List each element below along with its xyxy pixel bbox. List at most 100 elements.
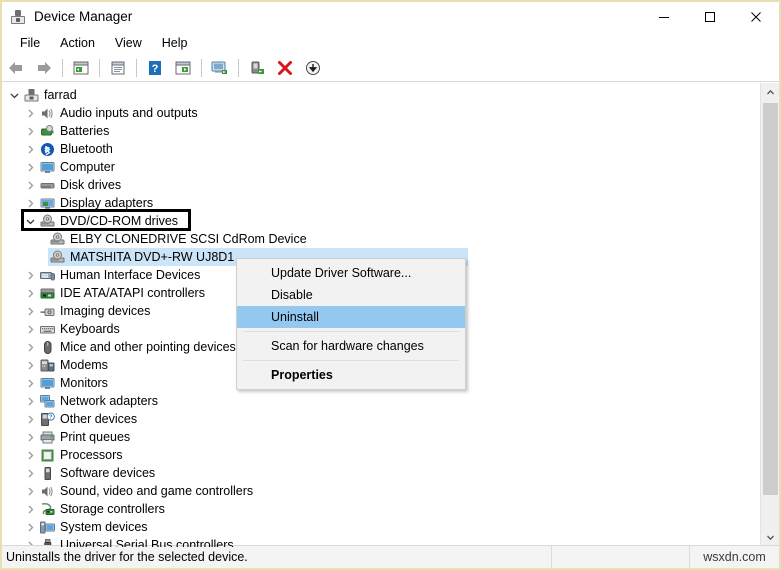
update-driver-button[interactable] bbox=[207, 56, 233, 80]
tree-row-label: MATSHITA DVD+-RW UJ8D1 bbox=[70, 249, 235, 264]
status-bar: Uninstalls the driver for the selected d… bbox=[2, 545, 779, 568]
scan-hardware-changes-button[interactable] bbox=[170, 56, 196, 80]
camera-icon bbox=[38, 302, 56, 320]
tree-row-label: Bluetooth bbox=[60, 141, 113, 156]
minimize-button[interactable] bbox=[641, 2, 687, 32]
chevron-right-icon[interactable] bbox=[22, 500, 38, 518]
forward-button[interactable] bbox=[31, 56, 57, 80]
chevron-right-icon[interactable] bbox=[22, 410, 38, 428]
optical-drive-icon bbox=[48, 230, 66, 248]
toolbar-separator bbox=[99, 58, 100, 77]
menu-help[interactable]: Help bbox=[152, 35, 198, 52]
chevron-right-icon[interactable] bbox=[22, 302, 38, 320]
help-button[interactable]: ? bbox=[142, 56, 168, 80]
tree-row-label: ELBY CLONEDRIVE SCSI CdRom Device bbox=[70, 231, 307, 246]
chevron-right-icon[interactable] bbox=[22, 140, 38, 158]
scroll-thumb[interactable] bbox=[763, 103, 778, 495]
menu-action[interactable]: Action bbox=[50, 35, 105, 52]
scan-for-hardware-changes-icon bbox=[175, 61, 191, 74]
toolbar-separator bbox=[201, 58, 202, 77]
uninstall-device-button[interactable] bbox=[272, 56, 298, 80]
tree-row-storage-controllers[interactable]: Storage controllers bbox=[2, 500, 760, 518]
watermark: wsxdn.com bbox=[703, 550, 766, 564]
chevron-right-icon[interactable] bbox=[22, 122, 38, 140]
tree-row-elby-clonedrive[interactable]: ELBY CLONEDRIVE SCSI CdRom Device bbox=[2, 230, 760, 248]
tree-row-label: Disk drives bbox=[60, 177, 122, 192]
forward-icon bbox=[38, 61, 51, 74]
maximize-button[interactable] bbox=[687, 2, 733, 32]
system-device-icon bbox=[38, 518, 56, 536]
chevron-right-icon[interactable] bbox=[22, 338, 38, 356]
title-bar: Device Manager bbox=[2, 2, 779, 32]
tree-row-disk-drives[interactable]: Disk drives bbox=[2, 176, 760, 194]
chevron-right-icon[interactable] bbox=[22, 374, 38, 392]
device-manager-window: Device Manager File Action View Help ? f… bbox=[0, 0, 781, 570]
disable-device-button[interactable] bbox=[244, 56, 270, 80]
hid-icon bbox=[38, 266, 56, 284]
tree-row-software-devices[interactable]: Software devices bbox=[2, 464, 760, 482]
printer-icon bbox=[38, 428, 56, 446]
tree-row-batteries[interactable]: Batteries bbox=[2, 122, 760, 140]
tree-row-system-devices[interactable]: System devices bbox=[2, 518, 760, 536]
tree-row-bluetooth[interactable]: Bluetooth bbox=[2, 140, 760, 158]
tree-row-display-adapters[interactable]: Display adapters bbox=[2, 194, 760, 212]
chevron-right-icon[interactable] bbox=[22, 392, 38, 410]
context-menu-item-scan-for-hardware-changes[interactable]: Scan for hardware changes bbox=[237, 335, 465, 357]
chevron-down-icon[interactable] bbox=[22, 212, 38, 230]
tree-row-network-adapters[interactable]: Network adapters bbox=[2, 392, 760, 410]
console-tree-button[interactable] bbox=[68, 56, 94, 80]
chevron-right-icon[interactable] bbox=[22, 518, 38, 536]
tree-row-other-devices[interactable]: ? Other devices bbox=[2, 410, 760, 428]
chevron-down-icon[interactable] bbox=[6, 86, 22, 104]
tree-row-label: Audio inputs and outputs bbox=[60, 105, 198, 120]
tree-row-processors[interactable]: Processors bbox=[2, 446, 760, 464]
tree-row-label: Universal Serial Bus controllers bbox=[60, 537, 234, 547]
chevron-right-icon[interactable] bbox=[22, 356, 38, 374]
tree-row-label: Modems bbox=[60, 357, 108, 372]
tree-row-root[interactable]: farrad bbox=[2, 86, 760, 104]
tree-row-dvd-cd-rom-drives[interactable]: DVD/CD-ROM drives bbox=[2, 212, 760, 230]
back-button[interactable] bbox=[3, 56, 29, 80]
toolbar-separator bbox=[136, 58, 137, 77]
vertical-scrollbar[interactable] bbox=[760, 83, 779, 547]
chevron-right-icon[interactable] bbox=[22, 104, 38, 122]
chevron-right-icon[interactable] bbox=[22, 176, 38, 194]
tree-row-label: Human Interface Devices bbox=[60, 267, 201, 282]
properties-icon bbox=[111, 61, 125, 74]
context-menu-item-uninstall[interactable]: Uninstall bbox=[237, 306, 465, 328]
svg-text:?: ? bbox=[152, 63, 159, 75]
toolbar: ? bbox=[2, 54, 779, 82]
close-button[interactable] bbox=[733, 2, 779, 32]
context-menu-item-update-driver-software[interactable]: Update Driver Software... bbox=[237, 262, 465, 284]
context-menu-item-properties[interactable]: Properties bbox=[237, 364, 465, 386]
chevron-right-icon[interactable] bbox=[22, 266, 38, 284]
show-hide-console-tree-icon bbox=[73, 61, 89, 74]
tree-row-print-queues[interactable]: Print queues bbox=[2, 428, 760, 446]
chevron-right-icon[interactable] bbox=[22, 482, 38, 500]
optical-drive-icon bbox=[48, 248, 66, 266]
toolbar-separator bbox=[62, 58, 63, 77]
tree-row-label: Software devices bbox=[60, 465, 156, 480]
install-legacy-hardware-button[interactable] bbox=[300, 56, 326, 80]
chevron-right-icon[interactable] bbox=[22, 158, 38, 176]
tree-row-label: Storage controllers bbox=[60, 501, 165, 516]
back-icon bbox=[9, 61, 22, 74]
svg-text:?: ? bbox=[49, 414, 52, 420]
scroll-up-button[interactable] bbox=[761, 83, 779, 102]
minimize-icon bbox=[659, 17, 669, 18]
context-menu-item-disable[interactable]: Disable bbox=[237, 284, 465, 306]
speaker-icon bbox=[38, 482, 56, 500]
menu-file[interactable]: File bbox=[10, 35, 50, 52]
chevron-right-icon[interactable] bbox=[22, 284, 38, 302]
tree-row-computer[interactable]: Computer bbox=[2, 158, 760, 176]
chevron-right-icon[interactable] bbox=[22, 194, 38, 212]
chevron-right-icon[interactable] bbox=[22, 320, 38, 338]
monitor-icon bbox=[38, 158, 56, 176]
chevron-right-icon[interactable] bbox=[22, 428, 38, 446]
properties-button[interactable] bbox=[105, 56, 131, 80]
chevron-right-icon[interactable] bbox=[22, 464, 38, 482]
menu-view[interactable]: View bbox=[105, 35, 152, 52]
tree-row-audio-inputs-and-outputs[interactable]: Audio inputs and outputs bbox=[2, 104, 760, 122]
chevron-right-icon[interactable] bbox=[22, 446, 38, 464]
tree-row-sound-video-and-game-controllers[interactable]: Sound, video and game controllers bbox=[2, 482, 760, 500]
